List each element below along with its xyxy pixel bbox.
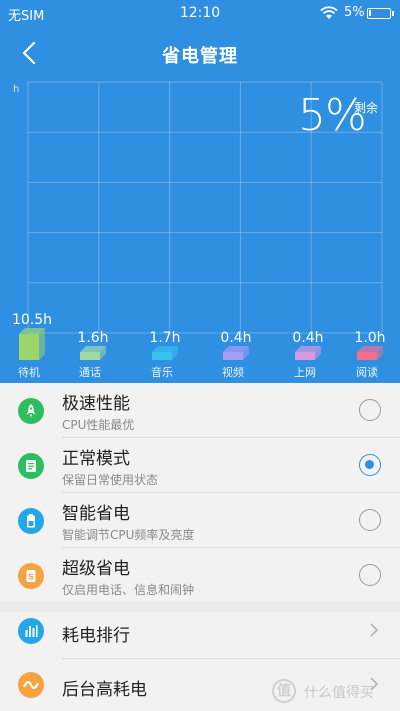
bar <box>152 352 172 360</box>
bar-category-label: 通话 <box>79 366 101 379</box>
bar <box>223 352 243 360</box>
bar-chart-icon <box>18 618 44 644</box>
mode-smart-save[interactable]: 智能省电 智能调节CPU频率及亮度 <box>0 493 400 547</box>
wave-icon <box>18 672 44 698</box>
bar <box>19 334 39 360</box>
mode-title: 极速性能 <box>62 394 130 414</box>
bar-category-label: 待机 <box>18 365 40 379</box>
bar <box>295 352 315 360</box>
bar <box>80 352 100 360</box>
mode-super-save[interactable]: S 超级省电 仅启用电话、信息和闹钟 <box>0 548 400 602</box>
bar-value-label: 0.4h <box>292 330 323 346</box>
wifi-icon <box>320 6 338 19</box>
mode-description: 智能调节CPU频率及亮度 <box>62 528 195 542</box>
usage-chart: 10.5h 待机 1.6h 通话 1.7h 音乐 0.4h 视频 0.4h 上网 1.0h 阅读 h … <box>0 80 400 383</box>
bar-category-label: 音乐 <box>151 365 173 379</box>
bar-value-label: 1.7h <box>149 330 180 346</box>
mode-radio[interactable] <box>359 399 381 421</box>
mode-radio-selected[interactable] <box>359 454 381 476</box>
bar-value-label: 10.5h <box>12 312 52 328</box>
bar-value-label: 1.0h <box>354 330 385 346</box>
y-axis-unit: h <box>13 84 20 95</box>
remaining-label: 剩余 <box>354 101 379 115</box>
mode-normal[interactable]: 正常模式 保留日常使用状态 <box>0 438 400 492</box>
bar-value-label: 0.4h <box>220 330 251 346</box>
battery-percent: 5% <box>344 5 365 20</box>
bar <box>357 352 377 360</box>
bar-category-label: 视频 <box>222 365 244 379</box>
battery-icon <box>367 8 394 19</box>
bar-value-label: 1.6h <box>77 330 108 346</box>
bar-category-label: 阅读 <box>356 365 378 379</box>
clock: 12:10 <box>179 5 221 21</box>
mode-radio[interactable] <box>359 509 381 531</box>
page-title: 省电管理 <box>162 46 238 67</box>
watermark-text: 什么值得买 <box>304 685 374 701</box>
super-save-icon: S <box>18 563 44 589</box>
svg-text:S: S <box>28 573 34 582</box>
document-icon <box>18 453 44 479</box>
mode-title: 智能省电 <box>62 504 130 524</box>
remaining-battery: 5% 剩余 <box>298 90 378 141</box>
mode-description: CPU性能最优 <box>62 418 135 432</box>
top-panel: 无SIM 12:10 5% 省电管理 10.5h 待机 1.6h 通话 1.7h 音乐 0.… <box>0 0 400 383</box>
mode-description: 保留日常使用状态 <box>62 473 159 487</box>
mode-radio[interactable] <box>359 564 381 586</box>
battery-icon <box>18 508 44 534</box>
nav-title: 耗电排行 <box>62 626 130 646</box>
mode-performance[interactable]: 极速性能 CPU性能最优 <box>0 383 400 437</box>
rocket-icon <box>18 398 44 424</box>
nav-title: 后台高耗电 <box>62 680 147 700</box>
mode-title: 正常模式 <box>62 449 130 469</box>
status-bar: 无SIM 12:10 5% <box>0 0 400 26</box>
chevron-right-icon <box>370 623 379 637</box>
bar-category-label: 上网 <box>294 366 316 379</box>
watermark-logo: 值 <box>272 679 296 703</box>
power-ranking-item[interactable]: 耗电排行 <box>0 604 400 658</box>
mode-title: 超级省电 <box>62 559 130 579</box>
mode-list: 极速性能 CPU性能最优 正常模式 保留日常使用状态 智能省电 智能调节CPU频… <box>0 383 400 711</box>
app-header: 省电管理 <box>0 26 400 80</box>
mode-description: 仅启用电话、信息和闹钟 <box>62 583 195 597</box>
